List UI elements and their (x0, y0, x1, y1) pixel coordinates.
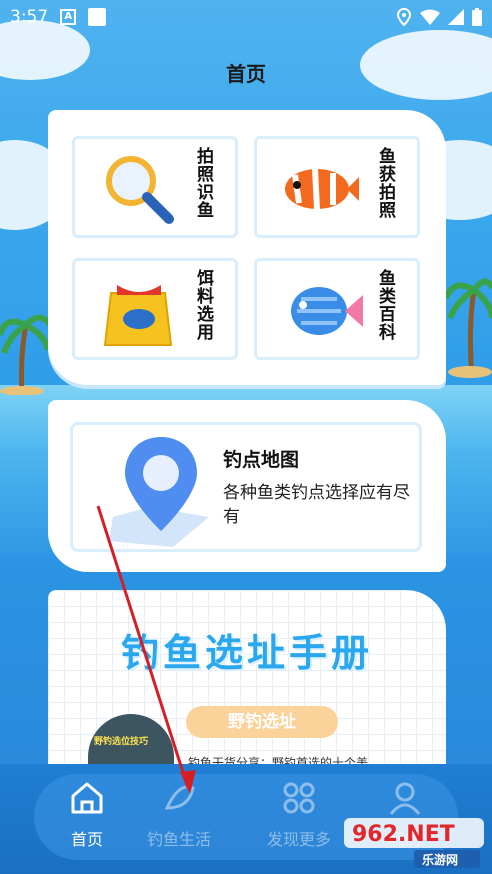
annotation-arrow (96, 505, 196, 794)
